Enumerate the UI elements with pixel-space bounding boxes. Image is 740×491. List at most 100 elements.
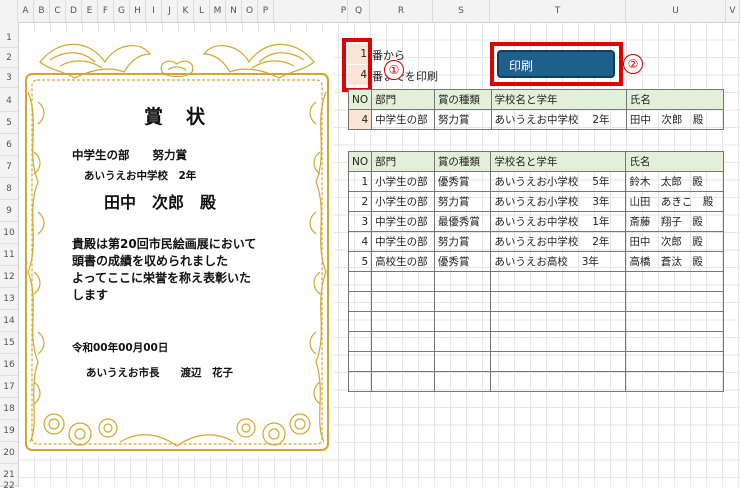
column-header[interactable]: K — [178, 0, 194, 22]
column-header[interactable]: P — [340, 0, 348, 22]
row-header[interactable]: 7 — [0, 156, 18, 178]
table-cell[interactable] — [625, 271, 724, 292]
column-header[interactable]: L — [194, 0, 210, 22]
column-header[interactable]: P — [258, 0, 274, 22]
row-header[interactable]: 4 — [0, 90, 18, 112]
table-cell[interactable] — [433, 271, 492, 292]
row-header[interactable]: 13 — [0, 288, 18, 310]
table-cell[interactable] — [347, 311, 373, 332]
table-cell[interactable] — [625, 331, 724, 352]
row-header[interactable]: 5 — [0, 112, 18, 134]
table-cell[interactable] — [625, 291, 724, 312]
table-cell[interactable] — [433, 331, 492, 352]
table-cell[interactable] — [371, 291, 435, 312]
column-header[interactable]: N — [226, 0, 242, 22]
select-all-corner[interactable] — [0, 0, 18, 22]
award-certificate[interactable]: 賞 状 中学生の部 努力賞 あいうえお中学校 2年 田中 次郎 殿 貴殿は第20… — [20, 32, 334, 457]
column-header[interactable]: D — [66, 0, 82, 22]
table-cell[interactable]: 1 — [347, 171, 373, 192]
table-cell[interactable]: 鈴木 太郎 殿 — [625, 171, 724, 192]
table-cell[interactable] — [433, 371, 492, 392]
table-cell[interactable] — [347, 291, 373, 312]
row-header[interactable]: 16 — [0, 354, 18, 376]
table-cell[interactable]: 高橋 蒼汰 殿 — [625, 251, 724, 272]
table-cell[interactable]: 小学生の部 — [371, 171, 435, 192]
column-header[interactable]: M — [210, 0, 226, 22]
row-header[interactable]: 14 — [0, 310, 18, 332]
table-cell[interactable] — [625, 371, 724, 392]
column-header[interactable]: G — [114, 0, 130, 22]
table-cell[interactable] — [625, 311, 724, 332]
row-header[interactable]: 10 — [0, 222, 18, 244]
table-cell[interactable]: 斎藤 翔子 殿 — [625, 211, 724, 232]
column-header[interactable]: H — [130, 0, 146, 22]
column-header[interactable]: C — [50, 0, 66, 22]
column-header[interactable]: R — [370, 0, 433, 22]
table-cell[interactable]: あいうえお小学校 5年 — [490, 171, 627, 192]
row-header[interactable]: 18 — [0, 398, 18, 420]
table-cell[interactable] — [433, 351, 492, 372]
table-cell[interactable] — [433, 311, 492, 332]
row-header[interactable]: 19 — [0, 420, 18, 442]
table-cell[interactable]: 3 — [347, 211, 373, 232]
table-cell[interactable] — [347, 271, 373, 292]
table-cell[interactable]: 努力賞 — [433, 231, 492, 252]
row-header[interactable]: 20 — [0, 442, 18, 464]
column-header[interactable]: E — [82, 0, 98, 22]
table-cell[interactable] — [433, 291, 492, 312]
table-cell[interactable]: 高校生の部 — [371, 251, 435, 272]
table-cell[interactable] — [371, 351, 435, 372]
table-cell[interactable]: 中学生の部 — [371, 231, 435, 252]
row-header[interactable]: 3 — [0, 68, 18, 88]
column-header[interactable]: I — [146, 0, 162, 22]
column-header[interactable]: O — [242, 0, 258, 22]
row-header[interactable]: 2 — [0, 48, 18, 68]
table-cell[interactable]: 田中 次郎 殿 — [625, 231, 724, 252]
table-cell[interactable]: 田中 次郎 殿 — [625, 109, 725, 130]
column-header[interactable]: F — [98, 0, 114, 22]
table-cell[interactable]: 5 — [347, 251, 373, 272]
table-cell[interactable] — [371, 271, 435, 292]
column-header[interactable]: B — [34, 0, 50, 22]
table-cell[interactable]: あいうえお小学校 3年 — [490, 191, 627, 212]
column-header[interactable]: A — [18, 0, 34, 22]
table-cell[interactable]: あいうえお中学校 1年 — [490, 211, 627, 232]
column-header[interactable]: V — [726, 0, 740, 22]
column-header[interactable]: Q — [348, 0, 370, 22]
table-cell[interactable] — [347, 331, 373, 352]
row-header[interactable]: 9 — [0, 200, 18, 222]
column-header[interactable]: J — [162, 0, 178, 22]
table-cell[interactable]: 4 — [347, 231, 373, 252]
table-cell[interactable]: 優秀賞 — [433, 171, 492, 192]
column-header[interactable]: T — [490, 0, 626, 22]
table-cell[interactable] — [347, 371, 373, 392]
table-cell[interactable]: 山田 あきこ 殿 — [625, 191, 724, 212]
table-cell[interactable] — [490, 271, 627, 292]
row-header[interactable]: 1 — [0, 28, 18, 48]
table-cell[interactable]: 中学生の部 — [371, 109, 435, 130]
table-cell[interactable]: 2 — [347, 191, 373, 212]
table-cell[interactable] — [371, 371, 435, 392]
table-cell[interactable]: 中学生の部 — [371, 211, 435, 232]
table-cell[interactable]: 優秀賞 — [433, 251, 492, 272]
table-cell[interactable] — [371, 311, 435, 332]
table-cell[interactable]: 努力賞 — [433, 109, 492, 130]
table-cell[interactable]: あいうえお高校 3年 — [490, 251, 627, 272]
row-header[interactable]: 6 — [0, 134, 18, 156]
table-cell[interactable]: 小学生の部 — [371, 191, 435, 212]
column-header[interactable]: S — [433, 0, 490, 22]
row-header[interactable]: 15 — [0, 332, 18, 354]
table-cell[interactable] — [490, 371, 627, 392]
table-cell[interactable] — [347, 351, 373, 372]
table-cell[interactable] — [490, 311, 627, 332]
row-header[interactable]: 8 — [0, 178, 18, 200]
table-cell[interactable] — [490, 351, 627, 372]
table-cell[interactable] — [490, 291, 627, 312]
selected-no-input[interactable]: 4 — [347, 109, 373, 130]
table-cell[interactable]: 最優秀賞 — [433, 211, 492, 232]
row-header[interactable]: 11 — [0, 244, 18, 266]
table-cell[interactable]: あいうえお中学校 2年 — [490, 109, 627, 130]
table-cell[interactable] — [371, 331, 435, 352]
row-header[interactable]: 17 — [0, 376, 18, 398]
table-cell[interactable] — [625, 351, 724, 372]
